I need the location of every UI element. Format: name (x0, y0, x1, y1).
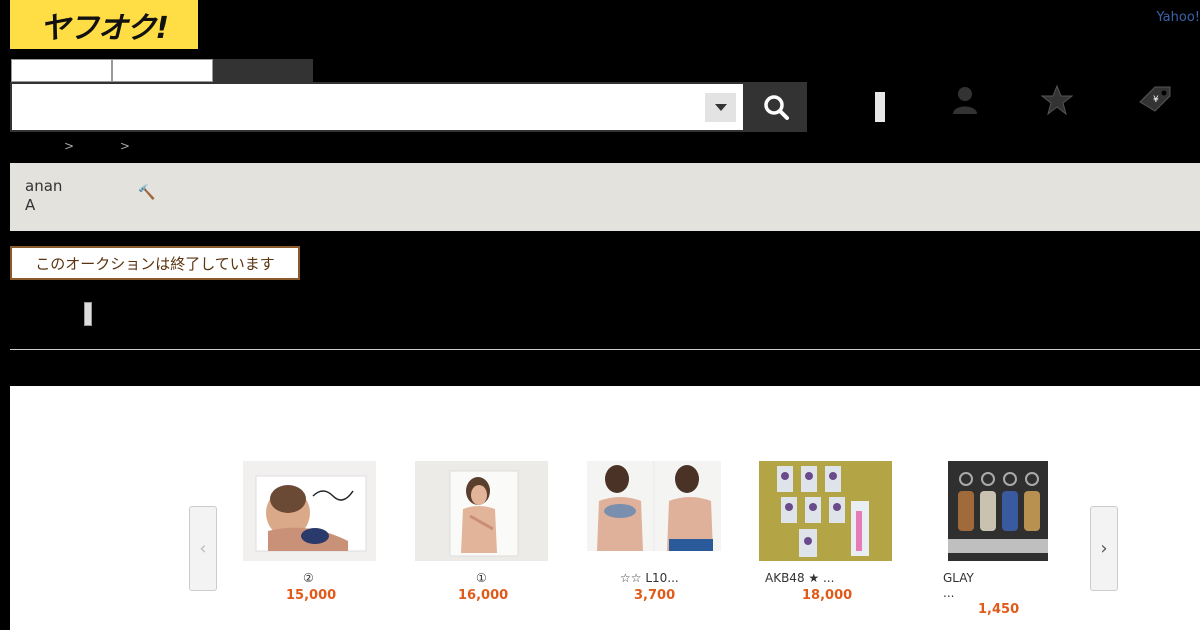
sell-button[interactable]: ¥ (1135, 80, 1175, 120)
search-scope-tabs (11, 59, 313, 82)
item-title[interactable]: ② (303, 571, 314, 586)
auction-title: anan A (25, 177, 63, 214)
carousel-prev-button[interactable]: ‹ (189, 506, 217, 591)
search-tab-2[interactable] (112, 59, 213, 82)
item-price: 1,450 (978, 602, 1020, 617)
chevron-down-icon (714, 104, 727, 111)
category-select-button[interactable] (705, 93, 736, 122)
yahoo-top-link[interactable]: Yahoo! (1157, 10, 1200, 25)
svg-text:¥: ¥ (1153, 95, 1159, 105)
breadcrumb-separator: > (119, 139, 130, 153)
item-image[interactable] (587, 461, 721, 551)
search-box (10, 82, 745, 132)
yahoo-auction-logo[interactable]: ヤフオク! (10, 0, 198, 49)
user-icon (953, 87, 977, 114)
search-button[interactable] (745, 82, 807, 132)
item-thumbnail[interactable] (84, 302, 92, 326)
search-input[interactable] (12, 84, 712, 128)
search-tab-1[interactable] (11, 59, 112, 82)
search-tab-3[interactable] (213, 59, 313, 82)
item-title[interactable]: ☆☆ L10... (620, 571, 679, 586)
item-image[interactable] (415, 461, 548, 561)
item-image[interactable] (948, 461, 1048, 561)
price-tag-icon: ¥ (1139, 86, 1171, 112)
item-price: 15,000 (286, 588, 337, 603)
item-image[interactable] (243, 461, 376, 561)
auction-title-band: anan A 🔨 (10, 163, 1200, 231)
menu-bar-icon[interactable] (875, 92, 885, 122)
item-price: 3,700 (634, 588, 676, 603)
item-title[interactable]: AKB48 ★ ... (765, 571, 834, 586)
logo-text: ヤフオク! (39, 10, 169, 46)
search-icon (764, 95, 789, 120)
item-price: 16,000 (458, 588, 509, 603)
breadcrumb: > > (64, 139, 172, 153)
item-title[interactable]: ① (476, 571, 487, 586)
item-title[interactable]: GLAY ... (943, 571, 974, 601)
item-price: 18,000 (802, 588, 853, 603)
bid-hammer-icon: 🔨 (138, 185, 156, 201)
my-auction-button[interactable] (945, 80, 985, 120)
carousel-next-button[interactable]: › (1090, 506, 1118, 591)
breadcrumb-separator: > (64, 139, 75, 153)
star-icon (1041, 85, 1073, 115)
watchlist-button[interactable] (1037, 80, 1077, 120)
auction-ended-badge: このオークションは終了しています (10, 246, 300, 280)
divider (10, 349, 1200, 350)
item-image[interactable] (759, 461, 892, 561)
